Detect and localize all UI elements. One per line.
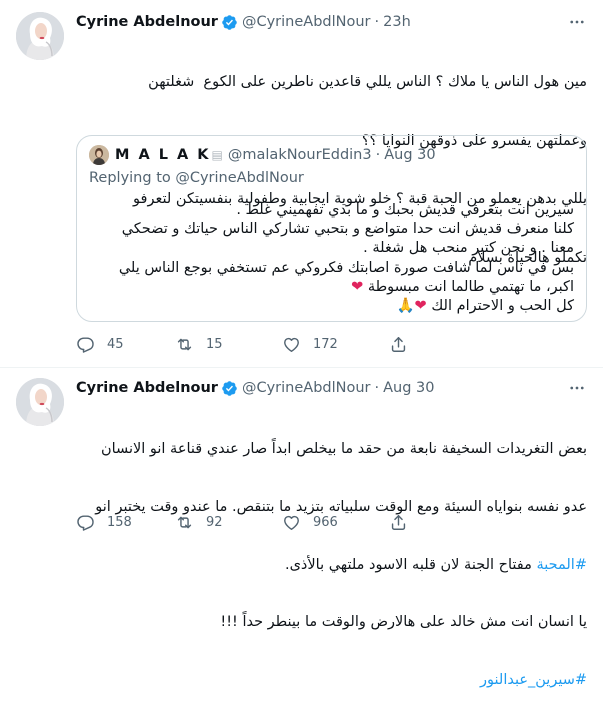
quoted-author-handle: @malakNourEddin3: [227, 147, 372, 163]
reply-button[interactable]: 45: [76, 335, 175, 354]
author-handle[interactable]: @CyrineAbdlNour: [242, 14, 371, 30]
verified-badge-icon: [221, 14, 238, 31]
like-count: 966: [313, 514, 338, 530]
avatar: [89, 145, 109, 165]
quoted-tweet-header: M A L A K ▤ @malakNourEddin3 · Aug 30: [89, 145, 436, 165]
avatar[interactable]: [16, 378, 64, 426]
retweet-icon: [175, 335, 194, 354]
timeline: Cyrine Abdelnour @CyrineAbdlNour · 23h م…: [0, 0, 603, 688]
separator-dot: ·: [375, 147, 381, 163]
tweet-text-line: يا انسان انت مش خالد على هالارض والوقت م…: [220, 614, 587, 631]
quoted-tweet[interactable]: M A L A K ▤ @malakNourEddin3 · Aug 30 Re…: [76, 135, 587, 322]
author-handle[interactable]: @CyrineAbdlNour: [242, 380, 371, 396]
verified-badge-icon: [221, 380, 238, 397]
avatar[interactable]: [16, 12, 64, 60]
tweet-text-line: #سيرين_عبدالنور: [76, 671, 587, 690]
quoted-text-line: سيرين انت بتعرفي قديش بحبك و ما بدي تفهم…: [236, 202, 574, 218]
quoted-text-segment: اكبر، ما تهتمي طالما انت مبسوطة: [367, 278, 574, 295]
hashtag-link[interactable]: #المحبة: [537, 557, 588, 573]
reply-count: 45: [107, 336, 124, 352]
tweet-actions: 158 92 966: [76, 512, 506, 532]
replying-to: Replying to @CyrineAbdlNour: [89, 170, 304, 186]
newspaper-emoji-icon: ▤: [211, 148, 223, 162]
timestamp[interactable]: Aug 30: [383, 380, 434, 396]
more-options-icon[interactable]: [567, 378, 587, 398]
share-icon: [389, 335, 408, 354]
separator-dot: ·: [374, 380, 380, 396]
tweet-header: Cyrine Abdelnour @CyrineAbdlNour · Aug 3…: [76, 378, 587, 398]
retweet-button[interactable]: 15: [175, 335, 282, 354]
tweet-text-line: #المحبة مفتاح الجنة لان قلبه الاسود ملته…: [76, 556, 587, 575]
heart-outline-icon: [282, 335, 301, 354]
quoted-timestamp: Aug 30: [384, 147, 436, 163]
retweet-count: 15: [206, 336, 223, 352]
author-name[interactable]: Cyrine Abdelnour: [76, 14, 218, 30]
heart-outline-icon: [282, 513, 301, 532]
reply-count: 158: [107, 514, 132, 530]
tweet[interactable]: Cyrine Abdelnour @CyrineAbdlNour · Aug 3…: [0, 368, 603, 688]
quoted-text-line: بس في ناس لما شافت صورة اصابتك فكروكي عم…: [118, 259, 574, 276]
heart-emoji-icon: ❤: [414, 298, 427, 315]
hashtag-link[interactable]: #سيرين_عبدالنور: [480, 672, 587, 688]
like-button[interactable]: 172: [282, 335, 389, 354]
heart-emoji-icon: ❤: [351, 278, 364, 295]
retweet-count: 92: [206, 514, 223, 530]
retweet-button[interactable]: 92: [175, 513, 282, 532]
like-count: 172: [313, 336, 338, 352]
reply-icon: [76, 513, 95, 532]
tweet-header: Cyrine Abdelnour @CyrineAbdlNour · 23h: [76, 12, 587, 32]
quoted-text-line: معنا . و نحن كتير منحب هل شغلة .: [363, 240, 574, 257]
quoted-text-line: اكبر، ما تهتمي طالما انت مبسوطة ❤: [89, 278, 574, 297]
quoted-author-name: M A L A K: [115, 147, 211, 163]
praying-hands-emoji-icon: 🙏: [396, 298, 415, 315]
retweet-icon: [175, 513, 194, 532]
timestamp[interactable]: 23h: [383, 14, 411, 30]
tweet-text: بعض التغريدات السخيفة نابعة من حقد ما بي…: [76, 402, 587, 728]
share-button[interactable]: [389, 513, 429, 532]
separator-dot: ·: [374, 14, 380, 30]
tweet-text-line: بعض التغريدات السخيفة نابعة من حقد ما بي…: [100, 441, 587, 458]
share-button[interactable]: [389, 335, 429, 354]
quoted-tweet-text: سيرين انت بتعرفي قديش بحبك و ما بدي تفهم…: [89, 201, 574, 316]
reply-icon: [76, 335, 95, 354]
share-icon: [389, 513, 408, 532]
like-button[interactable]: 966: [282, 513, 389, 532]
reply-button[interactable]: 158: [76, 513, 175, 532]
author-name[interactable]: Cyrine Abdelnour: [76, 380, 218, 396]
tweet-text-line: مين هول الناس يا ملاك ؟ الناس يللي قاعدي…: [148, 74, 587, 90]
tweet[interactable]: Cyrine Abdelnour @CyrineAbdlNour · 23h م…: [0, 0, 603, 368]
tweet-text-segment: مفتاح الجنة لان قلبه الاسود ملتهي بالأذى…: [284, 556, 532, 573]
more-options-icon[interactable]: [567, 12, 587, 32]
quoted-text-line: كلنا منعرف قديش انت حدا متواضع و بتحبي ت…: [121, 221, 574, 238]
quoted-text-segment: كل الحب و الاحترام الك: [431, 298, 574, 315]
quoted-text-line: كل الحب و الاحترام الك ❤🙏: [89, 297, 574, 316]
tweet-actions: 45 15 172: [76, 334, 506, 354]
